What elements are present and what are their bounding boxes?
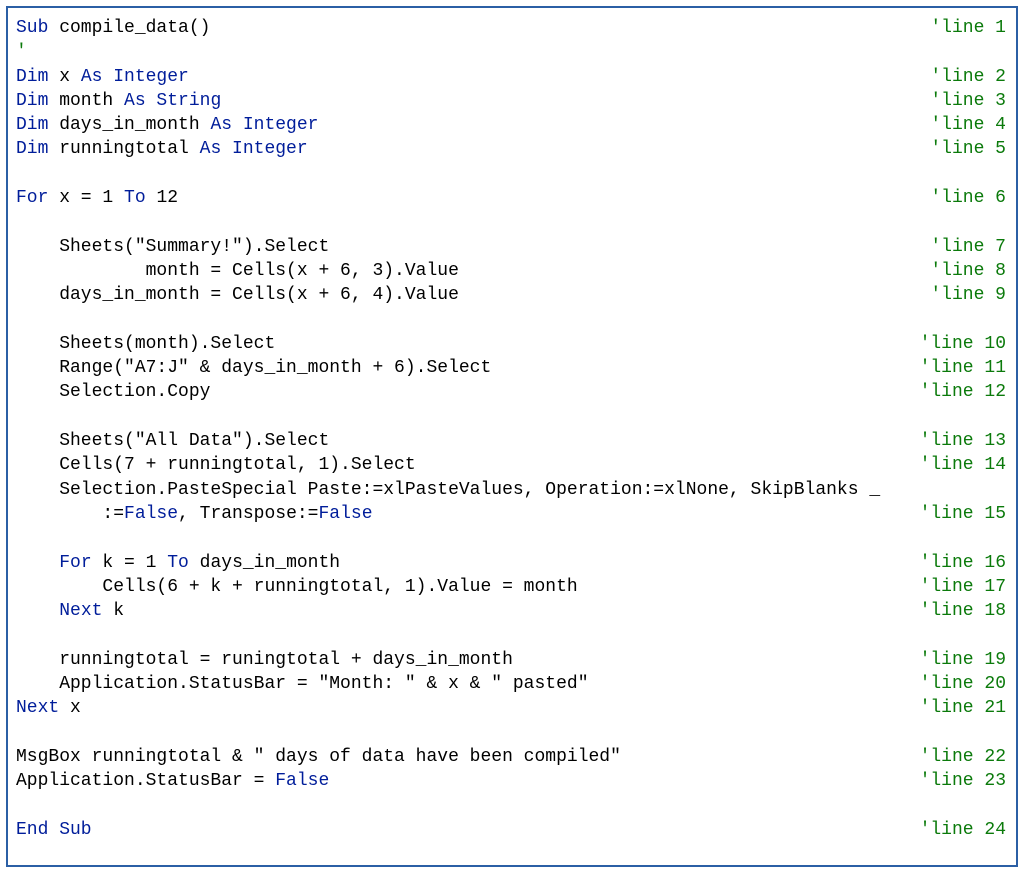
- line-comment: 'line 13: [920, 429, 1006, 453]
- code-line: Dim days_in_month As Integer 'line 4: [16, 113, 1006, 137]
- line-comment: 'line 2: [930, 65, 1006, 89]
- code-line: :=False, Transpose:=False 'line 15: [16, 502, 1006, 526]
- line-comment: 'line 9: [930, 283, 1006, 307]
- line-comment: 'line 22: [920, 745, 1006, 769]
- line-comment: 'line 14: [920, 453, 1006, 477]
- blank-line: [16, 405, 1006, 429]
- blank-line: [16, 623, 1006, 647]
- code-text: Selection.Copy: [16, 380, 210, 404]
- code-text: For x = 1 To 12: [16, 186, 178, 210]
- code-text: ': [16, 40, 27, 64]
- code-line: ': [16, 40, 1006, 64]
- code-text: For k = 1 To days_in_month: [16, 551, 340, 575]
- code-text: Cells(6 + k + runningtotal, 1).Value = m…: [16, 575, 578, 599]
- line-comment: 'line 20: [920, 672, 1006, 696]
- code-line: Selection.Copy 'line 12: [16, 380, 1006, 404]
- code-text: Dim runningtotal As Integer: [16, 137, 308, 161]
- code-line: Dim month As String 'line 3: [16, 89, 1006, 113]
- code-line: Cells(7 + runningtotal, 1).Select 'line 1…: [16, 453, 1006, 477]
- code-text: Application.StatusBar = "Month: " & x & …: [16, 672, 589, 696]
- line-comment: 'line 16: [920, 551, 1006, 575]
- blank-line: [16, 308, 1006, 332]
- line-comment: 'line 11: [920, 356, 1006, 380]
- code-line: runningtotal = runingtotal + days_in_mon…: [16, 648, 1006, 672]
- blank-line: [16, 526, 1006, 550]
- line-comment: 'line 10: [920, 332, 1006, 356]
- code-line: Cells(6 + k + runningtotal, 1).Value = m…: [16, 575, 1006, 599]
- code-text: Sheets("All Data").Select: [16, 429, 329, 453]
- code-text: MsgBox runningtotal & " days of data hav…: [16, 745, 621, 769]
- line-comment: 'line 17: [920, 575, 1006, 599]
- code-line: days_in_month = Cells(x + 6, 4).Value 'li…: [16, 283, 1006, 307]
- code-line: Dim x As Integer 'line 2: [16, 65, 1006, 89]
- line-comment: 'line 3: [930, 89, 1006, 113]
- blank-line: [16, 794, 1006, 818]
- code-line: For k = 1 To days_in_month 'line 16: [16, 551, 1006, 575]
- line-comment: 'line 1: [930, 16, 1006, 40]
- code-text: Application.StatusBar = False: [16, 769, 329, 793]
- line-comment: 'line 23: [920, 769, 1006, 793]
- code-line: MsgBox runningtotal & " days of data hav…: [16, 745, 1006, 769]
- code-line: Sheets("All Data").Select 'line 13: [16, 429, 1006, 453]
- code-text: Sheets(month).Select: [16, 332, 275, 356]
- line-comment: 'line 4: [930, 113, 1006, 137]
- line-comment: 'line 24: [920, 818, 1006, 842]
- code-text: runningtotal = runingtotal + days_in_mon…: [16, 648, 513, 672]
- code-line: Selection.PasteSpecial Paste:=xlPasteVal…: [16, 478, 1006, 502]
- code-text: month = Cells(x + 6, 3).Value: [16, 259, 459, 283]
- code-line: For x = 1 To 12 'line 6: [16, 186, 1006, 210]
- vba-code-block: Sub compile_data() 'line 1 'Dim x As Integ…: [6, 6, 1018, 867]
- line-comment: 'line 8: [930, 259, 1006, 283]
- code-text: Next k: [16, 599, 124, 623]
- line-comment: 'line 6: [930, 186, 1006, 210]
- code-frame: Sub compile_data() 'line 1 'Dim x As Integ…: [0, 0, 1024, 873]
- code-text: Sheets("Summary!").Select: [16, 235, 329, 259]
- code-line: Dim runningtotal As Integer 'line 5: [16, 137, 1006, 161]
- code-text: Range("A7:J" & days_in_month + 6).Select: [16, 356, 491, 380]
- code-line: Application.StatusBar = "Month: " & x & …: [16, 672, 1006, 696]
- code-text: :=False, Transpose:=False: [16, 502, 373, 526]
- line-comment: 'line 5: [930, 137, 1006, 161]
- blank-line: [16, 210, 1006, 234]
- code-line: End Sub 'line 24: [16, 818, 1006, 842]
- code-text: Sub compile_data(): [16, 16, 210, 40]
- code-line: Sub compile_data() 'line 1: [16, 16, 1006, 40]
- code-line: month = Cells(x + 6, 3).Value 'line 8: [16, 259, 1006, 283]
- line-comment: 'line 12: [920, 380, 1006, 404]
- code-line: Range("A7:J" & days_in_month + 6).Select…: [16, 356, 1006, 380]
- line-comment: 'line 18: [920, 599, 1006, 623]
- code-text: End Sub: [16, 818, 92, 842]
- code-line: Next k 'line 18: [16, 599, 1006, 623]
- code-text: Selection.PasteSpecial Paste:=xlPasteVal…: [16, 478, 880, 502]
- code-text: Dim month As String: [16, 89, 221, 113]
- code-line: Sheets(month).Select 'line 10: [16, 332, 1006, 356]
- blank-line: [16, 162, 1006, 186]
- code-text: days_in_month = Cells(x + 6, 4).Value: [16, 283, 459, 307]
- blank-line: [16, 721, 1006, 745]
- code-line: Sheets("Summary!").Select 'line 7: [16, 235, 1006, 259]
- line-comment: 'line 7: [930, 235, 1006, 259]
- line-comment: 'line 15: [920, 502, 1006, 526]
- code-line: Application.StatusBar = False 'line 23: [16, 769, 1006, 793]
- code-text: Dim days_in_month As Integer: [16, 113, 318, 137]
- code-text: Cells(7 + runningtotal, 1).Select: [16, 453, 416, 477]
- line-comment: 'line 21: [920, 696, 1006, 720]
- code-text: Dim x As Integer: [16, 65, 189, 89]
- line-comment: 'line 19: [920, 648, 1006, 672]
- code-text: Next x: [16, 696, 81, 720]
- code-line: Next x 'line 21: [16, 696, 1006, 720]
